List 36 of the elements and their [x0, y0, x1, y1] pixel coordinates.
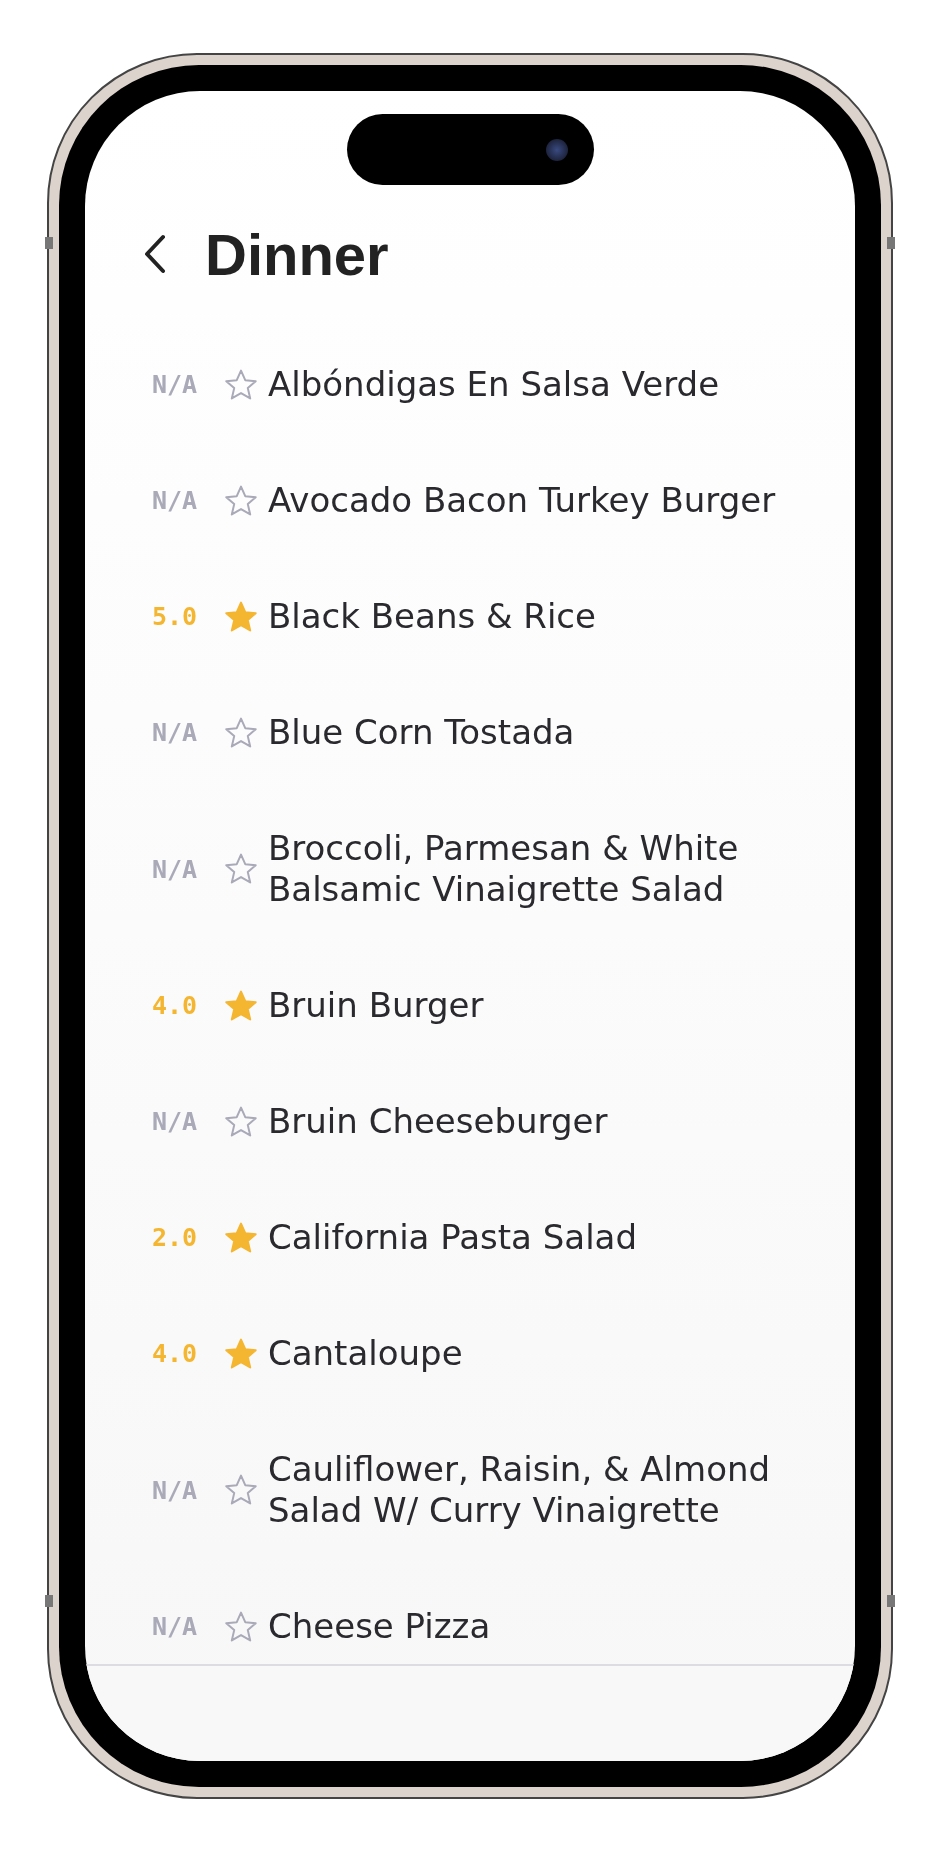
menu-item[interactable]: 2.0 California Pasta Salad	[85, 1180, 855, 1296]
page-title: Dinner	[205, 220, 389, 288]
menu-item[interactable]: 4.0 Bruin Burger	[85, 948, 855, 1064]
rating-text: N/A	[152, 718, 199, 747]
dish-name: Broccoli, Parmesan & White Balsamic Vinaigrette Salad	[268, 828, 740, 910]
rating-text: 5.0	[152, 602, 199, 631]
dish-name: Avocado Bacon Turkey Burger	[268, 480, 776, 521]
menu-item[interactable]: N/A Cauliflower, Raisin, & Almond Salad W/ Curry Vinaigrette	[85, 1412, 855, 1569]
menu-item[interactable]: N/A Cheese Pizza	[85, 1569, 855, 1664]
rating-text: N/A	[152, 370, 199, 399]
menu-item[interactable]: 5.0 Black Beans & Rice	[85, 559, 855, 675]
menu-item[interactable]: N/A Broccoli, Parmesan & White Balsamic Vinaigrette Salad	[85, 791, 855, 948]
rating-text: 4.0	[152, 1339, 199, 1368]
dish-name: Albóndigas En Salsa Verde	[268, 364, 720, 405]
rating-text: N/A	[152, 1107, 199, 1136]
back-icon[interactable]	[143, 234, 167, 274]
rating-text: 4.0	[152, 991, 199, 1020]
rating-text: N/A	[152, 854, 199, 884]
menu-item[interactable]: N/A Avocado Bacon Turkey Burger	[85, 443, 855, 559]
dish-name: California Pasta Salad	[268, 1217, 638, 1258]
rating-text: N/A	[152, 486, 199, 515]
rating-text: N/A	[152, 1612, 199, 1641]
dish-name: Bruin Burger	[268, 985, 484, 1026]
dish-name: Cantaloupe	[268, 1333, 463, 1374]
dish-name: Cauliflower, Raisin, & Almond Salad W/ Curry Vinaigrette	[268, 1449, 772, 1531]
dish-name: Bruin Cheeseburger	[268, 1101, 608, 1142]
menu-item[interactable]: 4.0 Cantaloupe	[85, 1296, 855, 1412]
menu-item[interactable]: N/A Blue Corn Tostada	[85, 675, 855, 791]
dish-name: Cheese Pizza	[268, 1606, 491, 1647]
dish-name: Black Beans & Rice	[268, 596, 596, 637]
rating-text: 2.0	[152, 1223, 199, 1252]
menu-item[interactable]: N/A Bruin Cheeseburger	[85, 1064, 855, 1180]
camera-icon	[546, 139, 568, 161]
rating-text: N/A	[152, 1475, 199, 1505]
menu-item[interactable]: N/A Albóndigas En Salsa Verde	[85, 327, 855, 443]
dish-name: Blue Corn Tostada	[268, 712, 575, 753]
